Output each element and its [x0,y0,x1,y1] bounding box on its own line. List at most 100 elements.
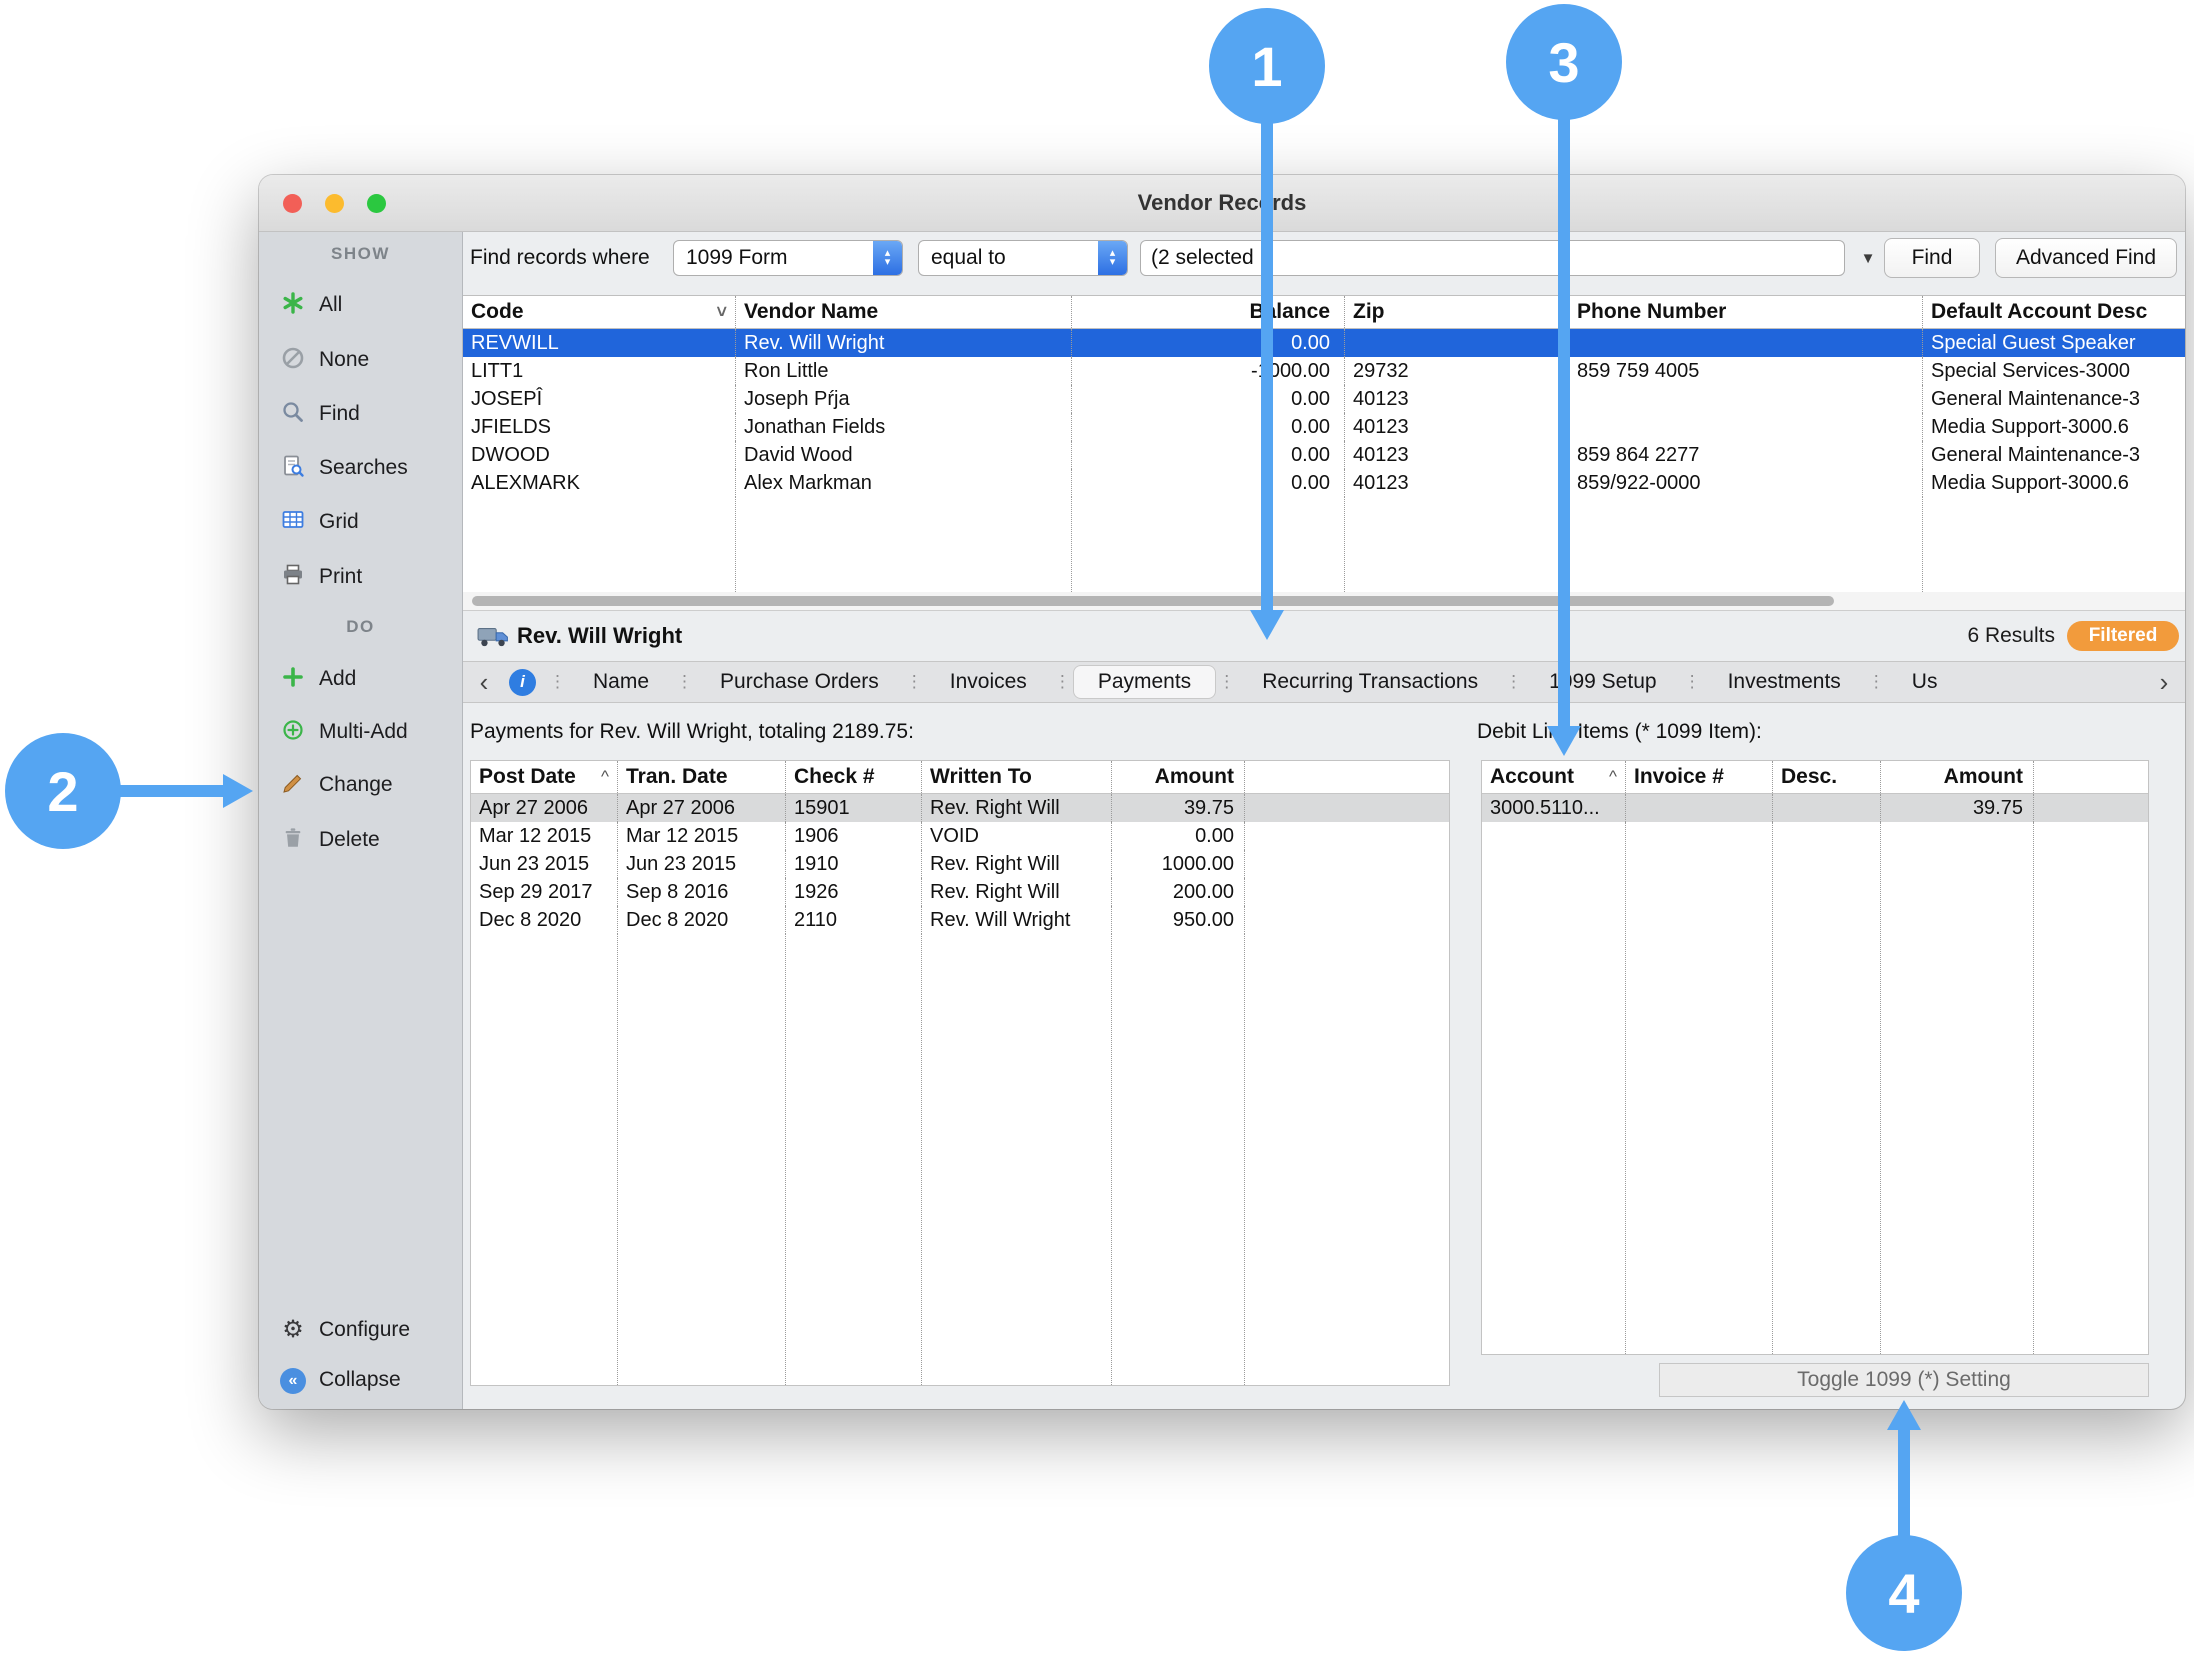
sidebar-item-all[interactable]: All [259,278,462,332]
sidebar-item-grid[interactable]: Grid [259,495,462,549]
column-header-tran-date[interactable]: Tran. Date [617,761,785,793]
table-row[interactable]: 3000.5110... 39.75 [1482,794,2148,822]
horizontal-scrollbar[interactable] [463,592,2185,611]
tabs-scroll-left-icon[interactable]: ‹ [471,667,497,698]
payments-table: Post Date^ Tran. Date Check # Written To… [470,760,1450,1386]
sidebar-item-searches[interactable]: Searches [259,441,462,495]
column-header-check-number[interactable]: Check # [785,761,921,793]
tabs-scroll-right-icon[interactable]: › [2151,662,2177,704]
table-row[interactable]: Mar 12 2015 Mar 12 2015 1906 VOID 0.00 [471,822,1449,850]
sidebar-item-configure[interactable]: ⚙ Configure [259,1303,462,1357]
cell-written-to: Rev. Right Will [921,850,1111,878]
table-row[interactable]: Apr 27 2006 Apr 27 2006 15901 Rev. Right… [471,794,1449,822]
column-header-account[interactable]: Default Account Desc [1922,296,2185,328]
tab-separator: ⋮ [1054,672,1071,692]
table-row[interactable]: ALEXMARK Alex Markman 0.00 40123 859/922… [463,469,2185,497]
column-header-code[interactable]: Code˅ [463,296,735,328]
column-header-amount[interactable]: Amount [1111,761,1244,793]
sidebar-item-label: Change [319,773,393,797]
find-button[interactable]: Find [1884,238,1980,278]
sidebar-item-multi-add[interactable]: Multi-Add [259,705,462,759]
sort-chevron-icon: ˅ [716,296,727,328]
sidebar-item-collapse[interactable]: « Collapse [259,1353,462,1407]
column-header-post-date[interactable]: Post Date^ [471,761,617,793]
cell-tran-date: Jun 23 2015 [617,850,785,878]
column-header-balance[interactable]: Balance [1071,296,1344,328]
column-header-zip[interactable]: Zip [1344,296,1568,328]
toggle-1099-setting-button[interactable]: Toggle 1099 (*) Setting [1659,1363,2149,1397]
column-header-written-to[interactable]: Written To [921,761,1111,793]
column-header-amount[interactable]: Amount [1880,761,2033,793]
sidebar-item-none[interactable]: None [259,333,462,387]
operator-dropdown[interactable]: equal to ▴▾ [918,240,1128,276]
vendor-records-window: Vendor Records SHOW All None [259,175,2185,1409]
filtered-badge[interactable]: Filtered [2067,621,2179,651]
cell-name: Ron Little [735,357,1071,385]
plus-icon [277,665,309,694]
sidebar-item-label: Print [319,565,362,589]
sidebar-item-change[interactable]: Change [259,758,462,812]
cell-account: Special Services-3000 [1922,357,2185,385]
search-value-input[interactable] [1140,240,1845,276]
cell-post-date: Dec 8 2020 [471,906,617,934]
tab-recurring-transactions[interactable]: Recurring Transactions [1238,666,1502,698]
sidebar-item-add[interactable]: Add [259,652,462,706]
tab-users[interactable]: Us [1888,666,1962,698]
sidebar-item-find[interactable]: Find [259,387,462,441]
column-header-account[interactable]: Account^ [1482,761,1625,793]
tab-1099-setup[interactable]: 1099 Setup [1525,666,1680,698]
column-header-invoice-number[interactable]: Invoice # [1625,761,1772,793]
search-history-dropdown-icon[interactable]: ▼ [1855,245,1881,271]
column-header-vendor-name[interactable]: Vendor Name [735,296,1071,328]
cell-post-date: Jun 23 2015 [471,850,617,878]
cell-desc [1772,794,1880,822]
sidebar-item-delete[interactable]: Delete [259,813,462,867]
chevron-up-down-icon: ▴▾ [1098,241,1127,275]
cell-zip [1344,329,1568,357]
callout-4-arrowhead-icon [1887,1400,1921,1430]
tab-separator: ⋮ [549,672,566,692]
table-row[interactable]: DWOOD David Wood 0.00 40123 859 864 2277… [463,441,2185,469]
cell-phone: 859/922-0000 [1568,469,1922,497]
collapse-icon: « [277,1366,309,1394]
tab-investments[interactable]: Investments [1704,666,1865,698]
tab-invoices[interactable]: Invoices [926,666,1051,698]
scrollbar-thumb[interactable] [472,596,1834,606]
tab-payments[interactable]: Payments [1074,666,1215,698]
table-row[interactable]: LITT1 Ron Little -1000.00 29732 859 759 … [463,357,2185,385]
cell-account: Media Support-3000.6 [1922,413,2185,441]
window-title: Vendor Records [259,175,2185,231]
magnifier-icon [277,400,309,429]
cell-name: Joseph Pŕja [735,385,1071,413]
field-dropdown[interactable]: 1099 Form ▴▾ [673,240,903,276]
cell-phone [1568,413,1922,441]
no-entry-icon [277,346,309,375]
table-row[interactable]: Dec 8 2020 Dec 8 2020 2110 Rev. Will Wri… [471,906,1449,934]
cell-code: JOSEPÎ [463,385,735,413]
cell-tran-date: Sep 8 2016 [617,878,785,906]
table-row[interactable]: Sep 29 2017 Sep 8 2016 1926 Rev. Right W… [471,878,1449,906]
advanced-find-button[interactable]: Advanced Find [1995,238,2177,278]
column-header-desc[interactable]: Desc. [1772,761,1880,793]
cell-code: DWOOD [463,441,735,469]
table-row[interactable]: Jun 23 2015 Jun 23 2015 1910 Rev. Right … [471,850,1449,878]
cell-balance: 0.00 [1071,469,1344,497]
sidebar-item-print[interactable]: Print [259,550,462,604]
cell-amount: 0.00 [1111,822,1244,850]
cell-amount: 39.75 [1111,794,1244,822]
debit-table: Account^ Invoice # Desc. Amount 3000.511… [1481,760,2149,1355]
cell-name: David Wood [735,441,1071,469]
tab-separator: ⋮ [906,672,923,692]
column-header-phone[interactable]: Phone Number [1568,296,1922,328]
vendor-truck-icon [477,624,509,653]
asterisk-icon [277,291,309,320]
table-row[interactable]: JFIELDS Jonathan Fields 0.00 40123 Media… [463,413,2185,441]
tab-purchase-orders[interactable]: Purchase Orders [696,666,903,698]
tab-separator: ⋮ [1684,672,1701,692]
cell-balance: -1000.00 [1071,357,1344,385]
table-row[interactable]: REVWILL Rev. Will Wright 0.00 Special Gu… [463,329,2185,357]
tab-name[interactable]: Name [569,666,673,698]
table-row[interactable]: JOSEPÎ Joseph Pŕja 0.00 40123 General Ma… [463,385,2185,413]
sidebar-section-do: DO [259,617,462,637]
info-icon[interactable]: i [509,669,536,696]
